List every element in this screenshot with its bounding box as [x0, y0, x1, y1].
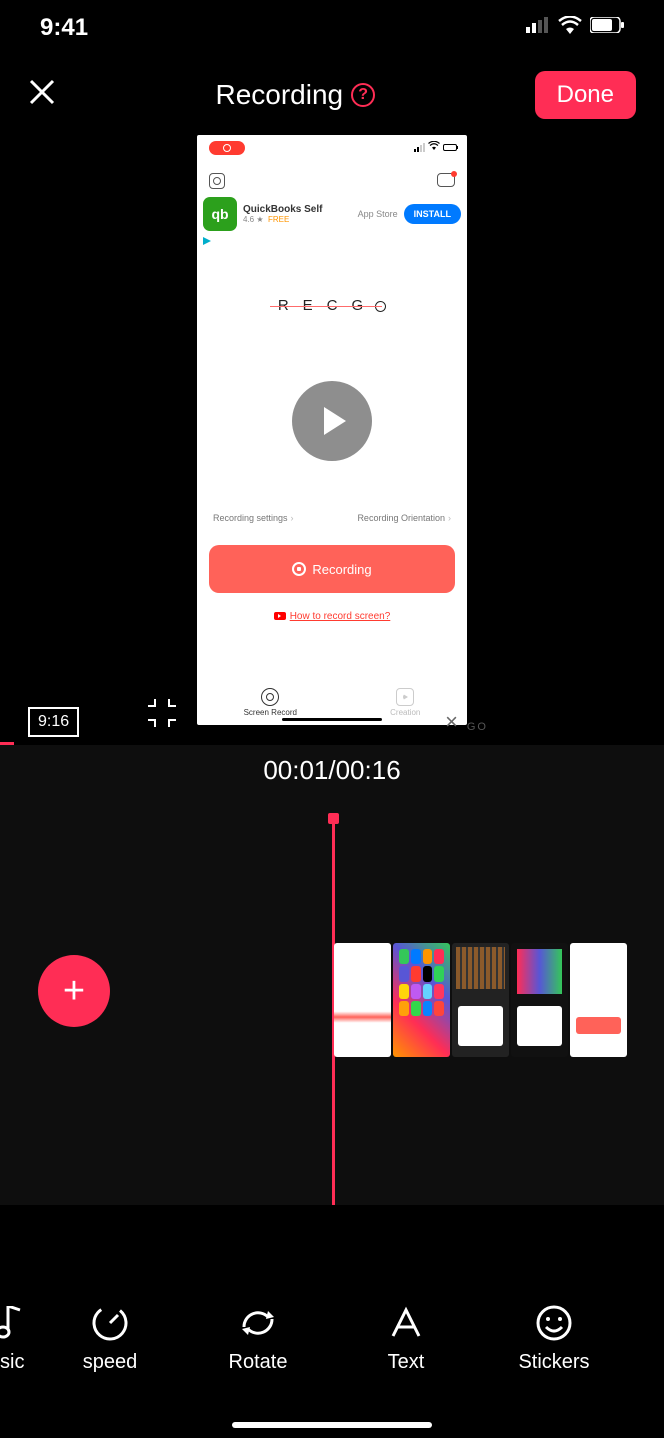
tool-stickers[interactable]: Stickers: [480, 1303, 628, 1374]
timeline: 00:01/00:16 +: [0, 745, 664, 1205]
wifi-icon: [558, 16, 582, 39]
home-indicator-mini: [282, 718, 382, 721]
creation-icon: [396, 688, 414, 706]
phone-preview[interactable]: qb QuickBooks Self 4.6 ★ FREE App Store …: [197, 135, 467, 725]
done-button[interactable]: Done: [535, 71, 636, 119]
battery-icon: [590, 17, 624, 38]
status-time: 9:41: [40, 14, 88, 42]
clip-thumbnail[interactable]: [452, 943, 509, 1057]
close-button[interactable]: [28, 78, 56, 112]
record-icon: [292, 562, 306, 576]
play-button[interactable]: [292, 381, 372, 461]
clip-thumbnail[interactable]: [511, 943, 568, 1057]
exit-fullscreen-icon[interactable]: [144, 695, 180, 731]
text-icon: [332, 1303, 480, 1343]
rotate-icon: [184, 1303, 332, 1343]
add-clip-button[interactable]: +: [38, 955, 110, 1027]
watermark-text: GO: [467, 721, 488, 733]
mini-signal-icon: [414, 143, 425, 152]
tool-label: sic: [0, 1351, 36, 1374]
header: Recording ? Done: [0, 55, 664, 135]
video-preview-area: qb QuickBooks Self 4.6 ★ FREE App Store …: [0, 135, 664, 745]
header-title-wrap: Recording ?: [215, 79, 375, 111]
clip-strip[interactable]: [334, 943, 627, 1057]
cell-signal-icon: [526, 17, 550, 38]
page-title: Recording: [215, 79, 343, 111]
music-icon: [0, 1303, 36, 1343]
bottom-toolbar: sic speed Rotate Text Stickers: [0, 1278, 664, 1398]
recording-settings-link: Recording settings›: [213, 513, 294, 523]
status-indicators: [526, 16, 624, 39]
ad-title: QuickBooks Self: [243, 204, 352, 215]
recording-pill-icon: [209, 141, 245, 155]
clip-thumbnail[interactable]: [570, 943, 627, 1057]
tab-label: Screen Record: [244, 708, 297, 717]
mini-battery-icon: [443, 144, 457, 151]
ad-choices-icon: [203, 237, 211, 245]
tool-speed[interactable]: speed: [36, 1303, 184, 1374]
tool-rotate[interactable]: Rotate: [184, 1303, 332, 1374]
speed-icon: [36, 1303, 184, 1343]
tool-label: speed: [36, 1351, 184, 1374]
home-indicator[interactable]: [232, 1422, 432, 1428]
status-bar: 9:41: [0, 0, 664, 55]
quickbooks-icon: qb: [203, 197, 237, 231]
timeline-track[interactable]: +: [0, 815, 664, 1205]
tool-music[interactable]: sic: [0, 1303, 36, 1374]
gear-icon: [209, 173, 225, 189]
clip-thumbnail[interactable]: [334, 943, 391, 1057]
watermark-close-icon[interactable]: ×: [445, 709, 458, 735]
install-button: INSTALL: [404, 204, 461, 224]
mini-wifi-icon: [428, 141, 440, 153]
aspect-ratio-badge[interactable]: 9:16: [28, 707, 79, 737]
ad-rating: 4.6 ★: [243, 215, 264, 224]
tool-label: Rotate: [184, 1351, 332, 1374]
tool-text[interactable]: Text: [332, 1303, 480, 1374]
tool-label: Text: [332, 1351, 480, 1374]
youtube-icon: [274, 612, 286, 620]
clip-thumbnail[interactable]: [393, 943, 450, 1057]
recording-button-label: Recording: [312, 562, 371, 577]
close-icon: [28, 78, 56, 106]
help-icon[interactable]: ?: [351, 83, 375, 107]
feedback-icon: [437, 173, 455, 187]
tab-screen-record: Screen Record: [244, 688, 297, 717]
stickers-icon: [480, 1303, 628, 1343]
screen-record-icon: [261, 688, 279, 706]
ad-price: FREE: [268, 215, 289, 224]
recording-button: Recording: [209, 545, 455, 593]
ad-store-label: App Store: [358, 209, 398, 219]
recgo-logo: RECG: [274, 297, 390, 314]
mini-status-bar: [414, 141, 457, 153]
tab-creation: Creation: [390, 688, 420, 717]
time-label: 00:01/00:16: [0, 745, 664, 786]
ad-banner: qb QuickBooks Self 4.6 ★ FREE App Store …: [203, 197, 461, 231]
howto-link: How to record screen?: [197, 611, 467, 622]
tool-label: Stickers: [480, 1351, 628, 1374]
recording-orientation-link: Recording Orientation›: [357, 513, 451, 523]
tab-label: Creation: [390, 708, 420, 717]
